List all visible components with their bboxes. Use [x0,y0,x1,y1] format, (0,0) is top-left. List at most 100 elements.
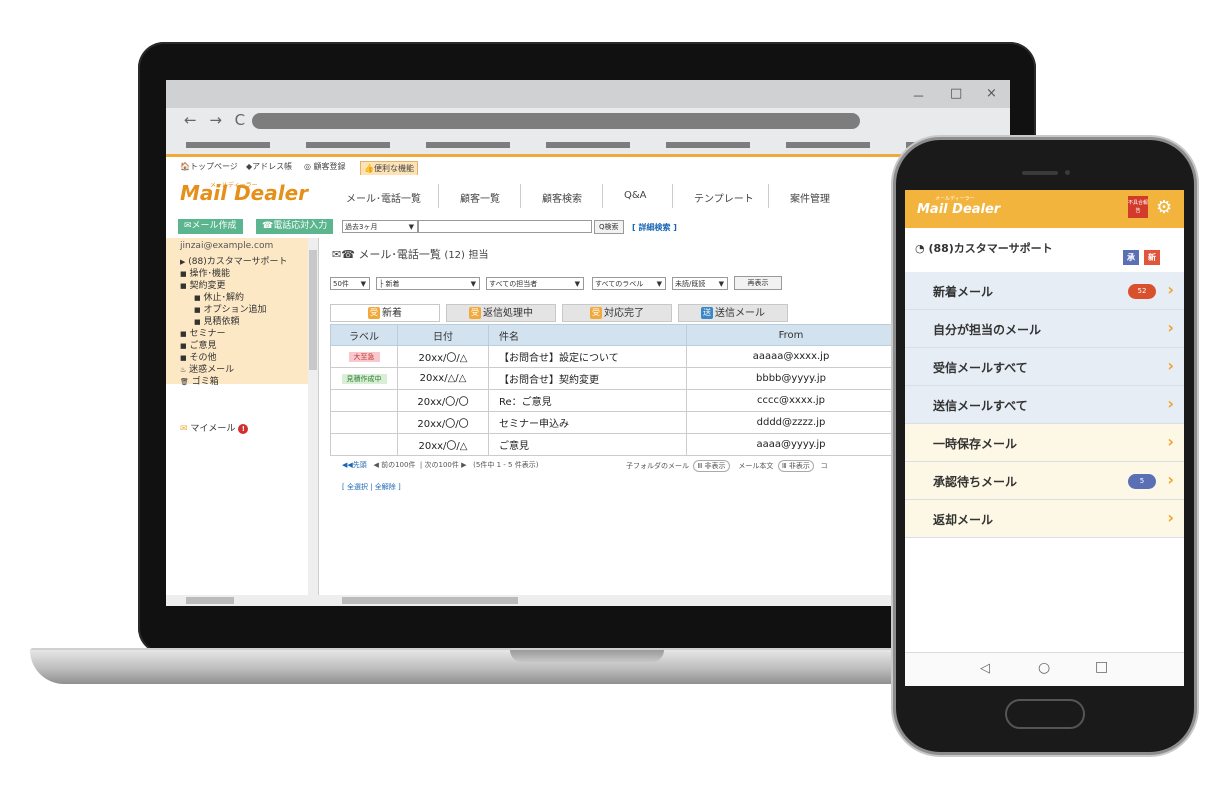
back-icon[interactable]: ◁ [980,661,990,676]
phone-menu-item[interactable]: 返却メール › [905,500,1184,538]
tab-3[interactable]: 送送信メール [678,304,788,322]
mail-rows: 大至急 20xx/〇/△ 【お問合せ】設定について aaaaa@xxxx.jp 見積作成… [330,345,896,456]
table-row[interactable]: 見積作成中 20xx/△/△ 【お問合せ】契約変更 bbbb@yyyy.jp [330,367,896,390]
cell-label [330,389,398,412]
sidebar-hscroll-thumb[interactable] [186,597,234,604]
date-text: 20xx/〇/△ [418,353,468,364]
my-mail-folder[interactable]: ✉ マイメール ! [180,421,249,434]
redisplay-button[interactable]: 再表示 [734,276,782,290]
browser-nav-icons[interactable]: ← → C [184,111,249,129]
search-input[interactable] [418,220,592,233]
bookmark[interactable] [186,142,270,148]
top-link-address[interactable]: ◆アドレス帳 [246,161,292,172]
table-row[interactable]: 20xx/〇/△ ご意見 aaaa@yyyy.jp [330,433,896,456]
maximize-button[interactable]: □ [950,86,962,101]
next-page-link[interactable]: 次の100件 ▶ [425,461,467,469]
bug-report-badge[interactable]: 不具合報告 [1128,196,1148,218]
column-header-from[interactable]: From [686,324,896,346]
phone-menu-item[interactable]: 一時保存メール › [905,424,1184,462]
column-header-label[interactable]: ラベル [330,324,398,346]
chevron-right-icon: › [1167,318,1174,337]
from-text: aaaa@yyyy.jp [756,439,826,450]
headset-icon: ◔ [915,242,929,255]
minimize-button[interactable]: － [912,86,925,105]
count-badge: 5 [1128,474,1156,489]
deselect-all-link[interactable]: 全解除 ] [375,483,401,491]
assignee-select[interactable]: すべての担当者 ▼ [486,277,584,290]
per-page-value: 50件 [333,280,349,288]
folder-icon: ■ [180,330,187,338]
cell-subject[interactable]: Re：ご意見 [488,389,687,412]
cell-label [330,433,398,456]
count-badge: 52 [1128,284,1156,299]
cell-subject[interactable]: セミナー申込み [488,411,687,434]
phone-menu-item[interactable]: 自分が担当のメール › [905,310,1184,348]
phone-home-button[interactable] [1005,699,1085,729]
phone-menu-item[interactable]: 新着メール 52 › [905,272,1184,310]
search-button[interactable]: Q検索 [594,220,624,234]
url-bar[interactable] [252,113,860,129]
cell-subject[interactable]: ご意見 [488,433,687,456]
compose-mail-button[interactable]: ✉メール作成 [178,219,243,234]
status-select[interactable]: ├ 新着 ▼ [376,277,480,290]
cell-subject[interactable]: 【お問合せ】契約変更 [488,367,687,390]
first-page-link[interactable]: ◀◀先頭 [342,461,367,469]
bookmark[interactable] [666,142,750,148]
phone-menu-item[interactable]: 送信メールすべて › [905,386,1184,424]
menu-customer-search[interactable]: 顧客検索 [542,190,582,205]
top-link-customer[interactable]: ◎ 顧客登録 [304,161,346,172]
phone-speaker [1022,171,1058,175]
label-select[interactable]: すべてのラベル ▼ [592,277,666,290]
my-mail-label: マイメール [190,424,236,434]
prev-page-link[interactable]: ◀ 前の100件 [373,461,415,469]
menu-qa[interactable]: Q&A [624,190,647,201]
horizontal-scrollbar[interactable] [166,595,1010,606]
phone-account-row[interactable]: ◔ (88)カスタマーサポート 承新 [905,228,1184,272]
menu-customer-list[interactable]: 顧客一覧 [460,190,500,205]
bookmark[interactable] [306,142,390,148]
phone-menu-label: 返却メール [933,513,994,527]
folder-icon: ■ [194,306,201,314]
table-row[interactable]: 大至急 20xx/〇/△ 【お問合せ】設定について aaaaa@xxxx.jp [330,345,896,368]
mail-dealer-logo[interactable]: Mail Dealer [180,181,308,205]
tab-1[interactable]: 受返信処理中 [446,304,556,322]
tab-label: 対応完了 [604,308,644,319]
sidebar-folder[interactable]: 🗑 ゴミ箱 [180,374,219,387]
phone-logo[interactable]: Mail Dealer [917,202,1000,217]
column-header-date[interactable]: 日付 [397,324,489,346]
phone-menu-item[interactable]: 承認待ちメール 5 › [905,462,1184,500]
table-row[interactable]: 20xx/〇/〇 セミナー申込み dddd@zzzz.jp [330,411,896,434]
read-select[interactable]: 未読/既読 ▼ [672,277,728,290]
recents-icon[interactable]: □ [1095,659,1108,675]
table-row[interactable]: 20xx/〇/〇 Re：ご意見 cccc@xxxx.jp [330,389,896,412]
select-all-link[interactable]: [ 全選択 [342,483,368,491]
tab-0[interactable]: 受新着 [330,304,440,322]
top-link-features[interactable]: 👍便利な機能 [360,161,418,176]
main-hscroll-thumb[interactable] [342,597,518,604]
tab-2[interactable]: 受対応完了 [562,304,672,322]
mail-body-toggle[interactable]: Ⅲ 非表示 [777,460,814,472]
gear-icon[interactable]: ⚙ [1156,197,1172,218]
menu-template[interactable]: テンプレート [694,190,754,205]
assign-label: 担当 [468,250,489,261]
phone-entry-button[interactable]: ☎電話応対入力 [256,219,334,234]
sidebar-scroll-thumb[interactable] [309,250,317,370]
menu-case-management[interactable]: 案件管理 [790,190,830,205]
cell-from: dddd@zzzz.jp [686,411,896,434]
cell-subject[interactable]: 【お問合せ】設定について [488,345,687,368]
detail-search-link[interactable]: [ 詳細検索 ] [632,222,677,233]
close-button[interactable]: × [986,86,997,101]
home-icon[interactable]: ○ [1038,660,1050,676]
bookmark[interactable] [546,142,630,148]
cell-label: 見積作成中 [330,367,398,390]
bookmark[interactable] [426,142,510,148]
bookmark[interactable] [786,142,870,148]
period-select[interactable]: 過去3ヶ月 ▼ [342,220,418,233]
per-page-select[interactable]: 50件 ▼ [330,277,370,290]
top-link-home[interactable]: 🏠トップページ [180,161,238,172]
column-header-subject[interactable]: 件名 [488,324,687,346]
subfolder-toggle[interactable]: Ⅲ 非表示 [693,460,730,472]
folder-icon: ■ [194,294,201,302]
menu-mail-phone-list[interactable]: メール･電話一覧 [346,190,421,205]
phone-menu-item[interactable]: 受信メールすべて › [905,348,1184,386]
